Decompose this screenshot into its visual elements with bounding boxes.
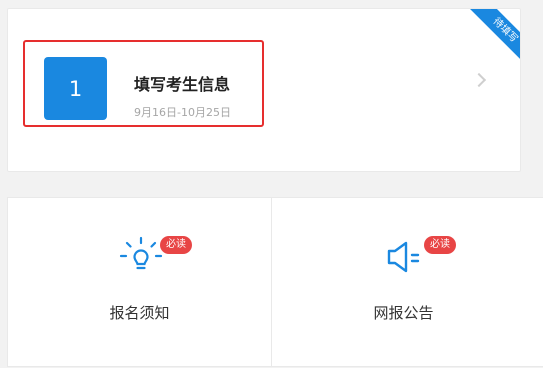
chevron-right-icon[interactable] [471, 72, 487, 88]
grid-item-online-announcement[interactable]: 必读 网报公告 [272, 198, 535, 368]
must-read-badge: 必读 [424, 236, 456, 254]
step-number-badge: 1 [44, 57, 107, 120]
speaker-icon [387, 241, 420, 273]
grid-item-label: 网报公告 [373, 304, 434, 322]
grid-item-registration-notice[interactable]: 必读 报名须知 [8, 198, 271, 368]
grid-item-label: 报名须知 [109, 304, 170, 322]
status-ribbon: 待填写 [462, 9, 520, 73]
step-title: 填写考生信息 [134, 75, 231, 94]
step-item-fill-info[interactable]: 1 填写考生信息 9月16日-10月25日 [23, 40, 264, 127]
lightbulb-icon [119, 236, 163, 270]
step-date-range: 9月16日-10月25日 [134, 106, 231, 119]
step-card: 1 填写考生信息 9月16日-10月25日 待填写 [7, 8, 521, 172]
must-read-badge: 必读 [160, 236, 192, 254]
quick-links-grid: 必读 报名须知 必读 网报公告 [7, 197, 543, 367]
